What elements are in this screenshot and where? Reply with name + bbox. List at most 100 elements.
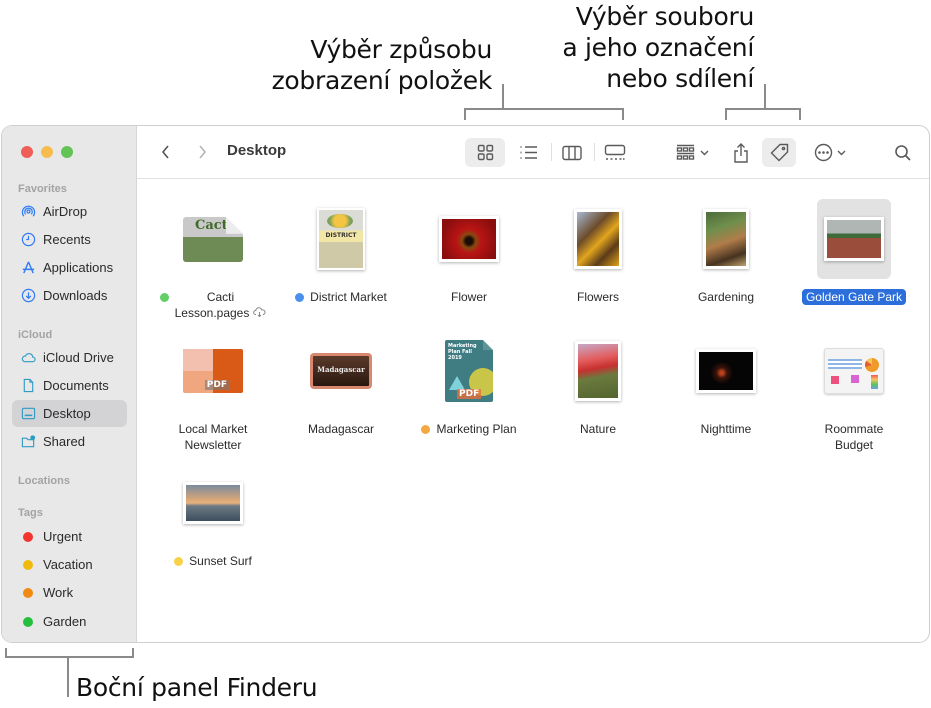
icon-view-button[interactable]	[465, 138, 505, 167]
search-icon	[895, 144, 911, 161]
callout-line: nebo sdílení	[606, 64, 754, 93]
sidebar-item-shared[interactable]: Shared	[12, 428, 127, 455]
list-view-button[interactable]	[509, 138, 547, 167]
file-item[interactable]: Sunset Surf	[153, 463, 273, 571]
file-name: Gardening	[698, 289, 754, 305]
sidebar-item-label: Work	[43, 585, 74, 600]
photo-thumbnail	[696, 349, 756, 393]
sidebar-item-applications[interactable]: Applications	[12, 254, 127, 281]
file-thumbnail	[689, 331, 763, 411]
forward-button[interactable]	[191, 141, 213, 163]
tag-dot	[295, 293, 305, 302]
list-icon	[520, 146, 537, 159]
file-thumbnail: Marketing Plan Fall 2019 PDF	[432, 331, 506, 411]
file-item[interactable]: Madagascar Madagascar	[281, 331, 401, 438]
file-name: Sunset Surf	[174, 553, 252, 569]
photo-thumbnail	[824, 217, 884, 261]
sidebar-item-desktop[interactable]: Desktop	[12, 400, 127, 427]
applications-icon	[20, 260, 36, 276]
file-item[interactable]: Cacti Cacti Lesson.pages	[153, 199, 273, 321]
file-name: Flowers	[577, 289, 619, 305]
sidebar-item-label: Applications	[43, 260, 114, 275]
file-thumbnail	[817, 199, 891, 279]
file-item[interactable]: Nature	[538, 331, 658, 438]
sidebar-tag-garden[interactable]: Garden	[12, 608, 127, 635]
file-name-line: Local Market	[178, 422, 248, 436]
district-thumbnail: DISTRICT	[317, 208, 365, 270]
download-icon	[20, 288, 36, 304]
sidebar-item-airdrop[interactable]: AirDrop	[12, 198, 127, 225]
sidebar-tag-urgent[interactable]: Urgent	[12, 523, 127, 550]
callout-line: Výběr souboru	[575, 2, 755, 31]
file-item[interactable]: PDF Local Market Newsletter	[153, 331, 273, 453]
sidebar-tag-work[interactable]: Work	[12, 579, 127, 606]
file-thumbnail	[689, 199, 763, 279]
sidebar-item-label: Desktop	[43, 406, 91, 421]
sidebar-item-documents[interactable]: Documents	[12, 372, 127, 399]
edit-tags-button[interactable]	[762, 138, 796, 167]
file-item[interactable]: Flower	[409, 199, 529, 306]
sidebar: Favorites AirDrop Recents Applications D…	[2, 126, 137, 642]
file-item[interactable]: Marketing Plan Fall 2019 PDF Marketing P…	[409, 331, 529, 439]
file-name-line: Cacti	[206, 290, 235, 304]
airdrop-icon	[20, 204, 36, 220]
group-by-button[interactable]	[671, 138, 713, 167]
file-name: District Market	[295, 289, 387, 305]
file-name: Roommate Budget	[825, 421, 884, 453]
more-actions-button[interactable]	[809, 138, 851, 167]
file-name-line: Roommate	[824, 422, 884, 436]
chevron-right-icon	[199, 145, 207, 159]
share-button[interactable]	[727, 138, 755, 167]
ellipsis-circle-icon	[814, 143, 833, 162]
pdf-document-icon: PDF	[183, 349, 243, 393]
cloud-icon	[20, 350, 36, 366]
section-icloud: iCloud	[18, 329, 53, 341]
sidebar-item-downloads[interactable]: Downloads	[12, 282, 127, 309]
file-name-text: Roommate Budget	[825, 421, 884, 453]
share-icon	[734, 142, 748, 163]
tag-color-icon	[23, 559, 33, 570]
callout-line: a jeho označení	[562, 33, 754, 62]
pages-document-icon: Cacti	[183, 216, 243, 262]
back-button[interactable]	[155, 141, 177, 163]
close-button[interactable]	[21, 146, 33, 158]
file-name-text: Cacti Lesson.pages	[175, 289, 267, 321]
finder-window: Favorites AirDrop Recents Applications D…	[1, 125, 930, 643]
pdf-badge: PDF	[457, 389, 482, 399]
file-thumbnail: DISTRICT	[304, 199, 378, 279]
search-button[interactable]	[889, 138, 917, 167]
file-name-text: Flower	[450, 290, 487, 304]
section-tags: Tags	[18, 507, 43, 519]
sidebar-tag-vacation[interactable]: Vacation	[12, 551, 127, 578]
gallery-view-button[interactable]	[595, 138, 635, 167]
file-thumbnail	[432, 199, 506, 279]
sidebar-item-label: Garden	[43, 614, 87, 629]
minimize-button[interactable]	[41, 146, 53, 158]
file-name-text: Golden Gate Park	[801, 289, 907, 305]
file-name: Flower	[451, 289, 487, 305]
icloud-download-icon[interactable]	[253, 305, 266, 321]
window-title: Desktop	[227, 142, 287, 159]
file-name-text: Sunset Surf	[189, 554, 252, 568]
file-item[interactable]: DISTRICT District Market	[281, 199, 401, 307]
file-item[interactable]: Flowers	[538, 199, 658, 306]
tag-dot	[421, 425, 431, 434]
column-view-button[interactable]	[553, 138, 591, 167]
file-name-text: Nighttime	[700, 422, 752, 436]
columns-icon	[562, 145, 582, 160]
file-name-text: Flowers	[576, 290, 619, 304]
sidebar-item-icloud-drive[interactable]: iCloud Drive	[12, 344, 127, 371]
tag-icon	[770, 143, 788, 162]
file-item[interactable]: Roommate Budget	[794, 331, 914, 453]
sidebar-item-label: Shared	[43, 434, 85, 449]
callout-bracket-views	[464, 108, 624, 120]
zoom-button[interactable]	[61, 146, 73, 158]
file-item[interactable]: Nighttime	[666, 331, 786, 438]
sidebar-item-label: Downloads	[43, 288, 108, 303]
file-item[interactable]: Gardening	[666, 199, 786, 306]
chevron-left-icon	[161, 145, 169, 159]
tag-color-icon	[23, 616, 33, 627]
file-thumbnail	[561, 199, 635, 279]
sidebar-item-recents[interactable]: Recents	[12, 226, 127, 253]
file-item[interactable]: Golden Gate Park	[794, 199, 914, 306]
